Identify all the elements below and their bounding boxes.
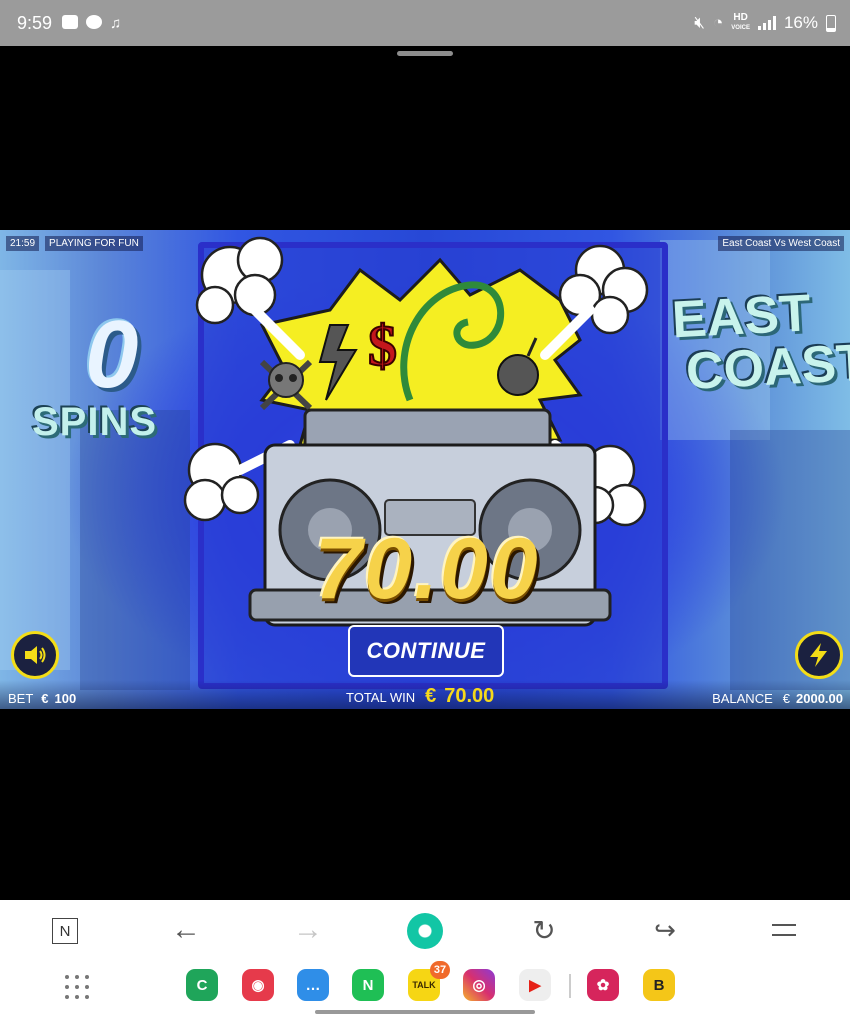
forward-button[interactable]: → (292, 913, 324, 946)
total-win-value: 70.00 (444, 685, 495, 707)
browser-toolbar: N ← → ↻ ↪ C ◉ … N TALK 37 ◎ ▶ ✿ B (0, 900, 850, 1021)
bet-value: 100 (54, 691, 77, 706)
notification-badge: 37 (430, 961, 450, 979)
mute-icon: 🔇︎ (694, 13, 706, 32)
balance-value: 2000.00 (796, 691, 843, 706)
instagram-app-icon[interactable]: ◎ (463, 969, 495, 1001)
battery-icon (826, 14, 836, 32)
speaker-icon (25, 646, 46, 664)
wifi-icon: ◔ (713, 13, 724, 32)
balance-label: BALANCE (712, 691, 773, 706)
share-button[interactable]: ↪ (648, 914, 682, 946)
game-canvas[interactable]: 21:59 PLAYING FOR FUN East Coast Vs West… (0, 230, 850, 709)
bet-currency: € (41, 691, 49, 706)
win-amount: 70.00 (314, 521, 540, 617)
total-win-currency: € (425, 685, 437, 707)
turbo-button[interactable] (795, 631, 843, 679)
talk-icon (86, 14, 103, 29)
smoke-cloud (195, 236, 284, 325)
hd-voice-icon: HD VOICE (731, 12, 750, 32)
youtube-app-icon[interactable]: ▶ (519, 969, 551, 1001)
menu-button[interactable] (768, 914, 802, 946)
gallery-icon (62, 14, 79, 29)
blossom-app-icon[interactable]: ✿ (587, 969, 619, 1001)
bet-display: BET €100 (8, 691, 76, 706)
b-app-icon[interactable]: B (643, 969, 675, 1001)
dock-divider (569, 974, 571, 998)
green-dot-home-button[interactable] (407, 913, 443, 949)
home-indicator[interactable] (315, 1010, 535, 1014)
status-bar: 9:59 ♫ 🔇︎ ◔ HD VOICE 16% (0, 0, 850, 46)
reload-button[interactable]: ↻ (528, 914, 560, 946)
smoke-cloud (183, 442, 260, 522)
kakaotalk-app-icon[interactable]: TALK 37 (408, 961, 450, 1001)
balance-display: BALANCE €2000.00 (712, 691, 843, 706)
status-time: 9:59 (17, 12, 53, 33)
signal-icon (757, 16, 776, 30)
lightning-bolt-icon (810, 643, 827, 667)
messages-app-icon[interactable]: … (297, 969, 329, 1001)
back-button[interactable]: ← (170, 913, 202, 946)
drag-handle[interactable] (397, 51, 453, 56)
kakaotalk-label: TALK (412, 980, 436, 990)
dollar-icon: $ (368, 313, 397, 378)
continue-button[interactable]: CONTINUE (348, 625, 504, 677)
music-icon: ♫ (110, 14, 122, 32)
bet-label: BET (8, 691, 34, 706)
camera-app-icon[interactable]: ◉ (242, 969, 274, 1001)
sound-button[interactable] (11, 631, 59, 679)
total-win-display: TOTAL WIN € 70.00 (346, 685, 494, 708)
naver-n-button[interactable]: N (52, 918, 78, 944)
app-grid-button[interactable] (62, 972, 92, 1002)
total-win-label: TOTAL WIN (346, 690, 416, 705)
phone-app-icon[interactable]: C (186, 969, 218, 1001)
naver-app-icon[interactable]: N (352, 969, 384, 1001)
battery-percent: 16% (783, 13, 818, 32)
balance-currency: € (782, 691, 790, 706)
